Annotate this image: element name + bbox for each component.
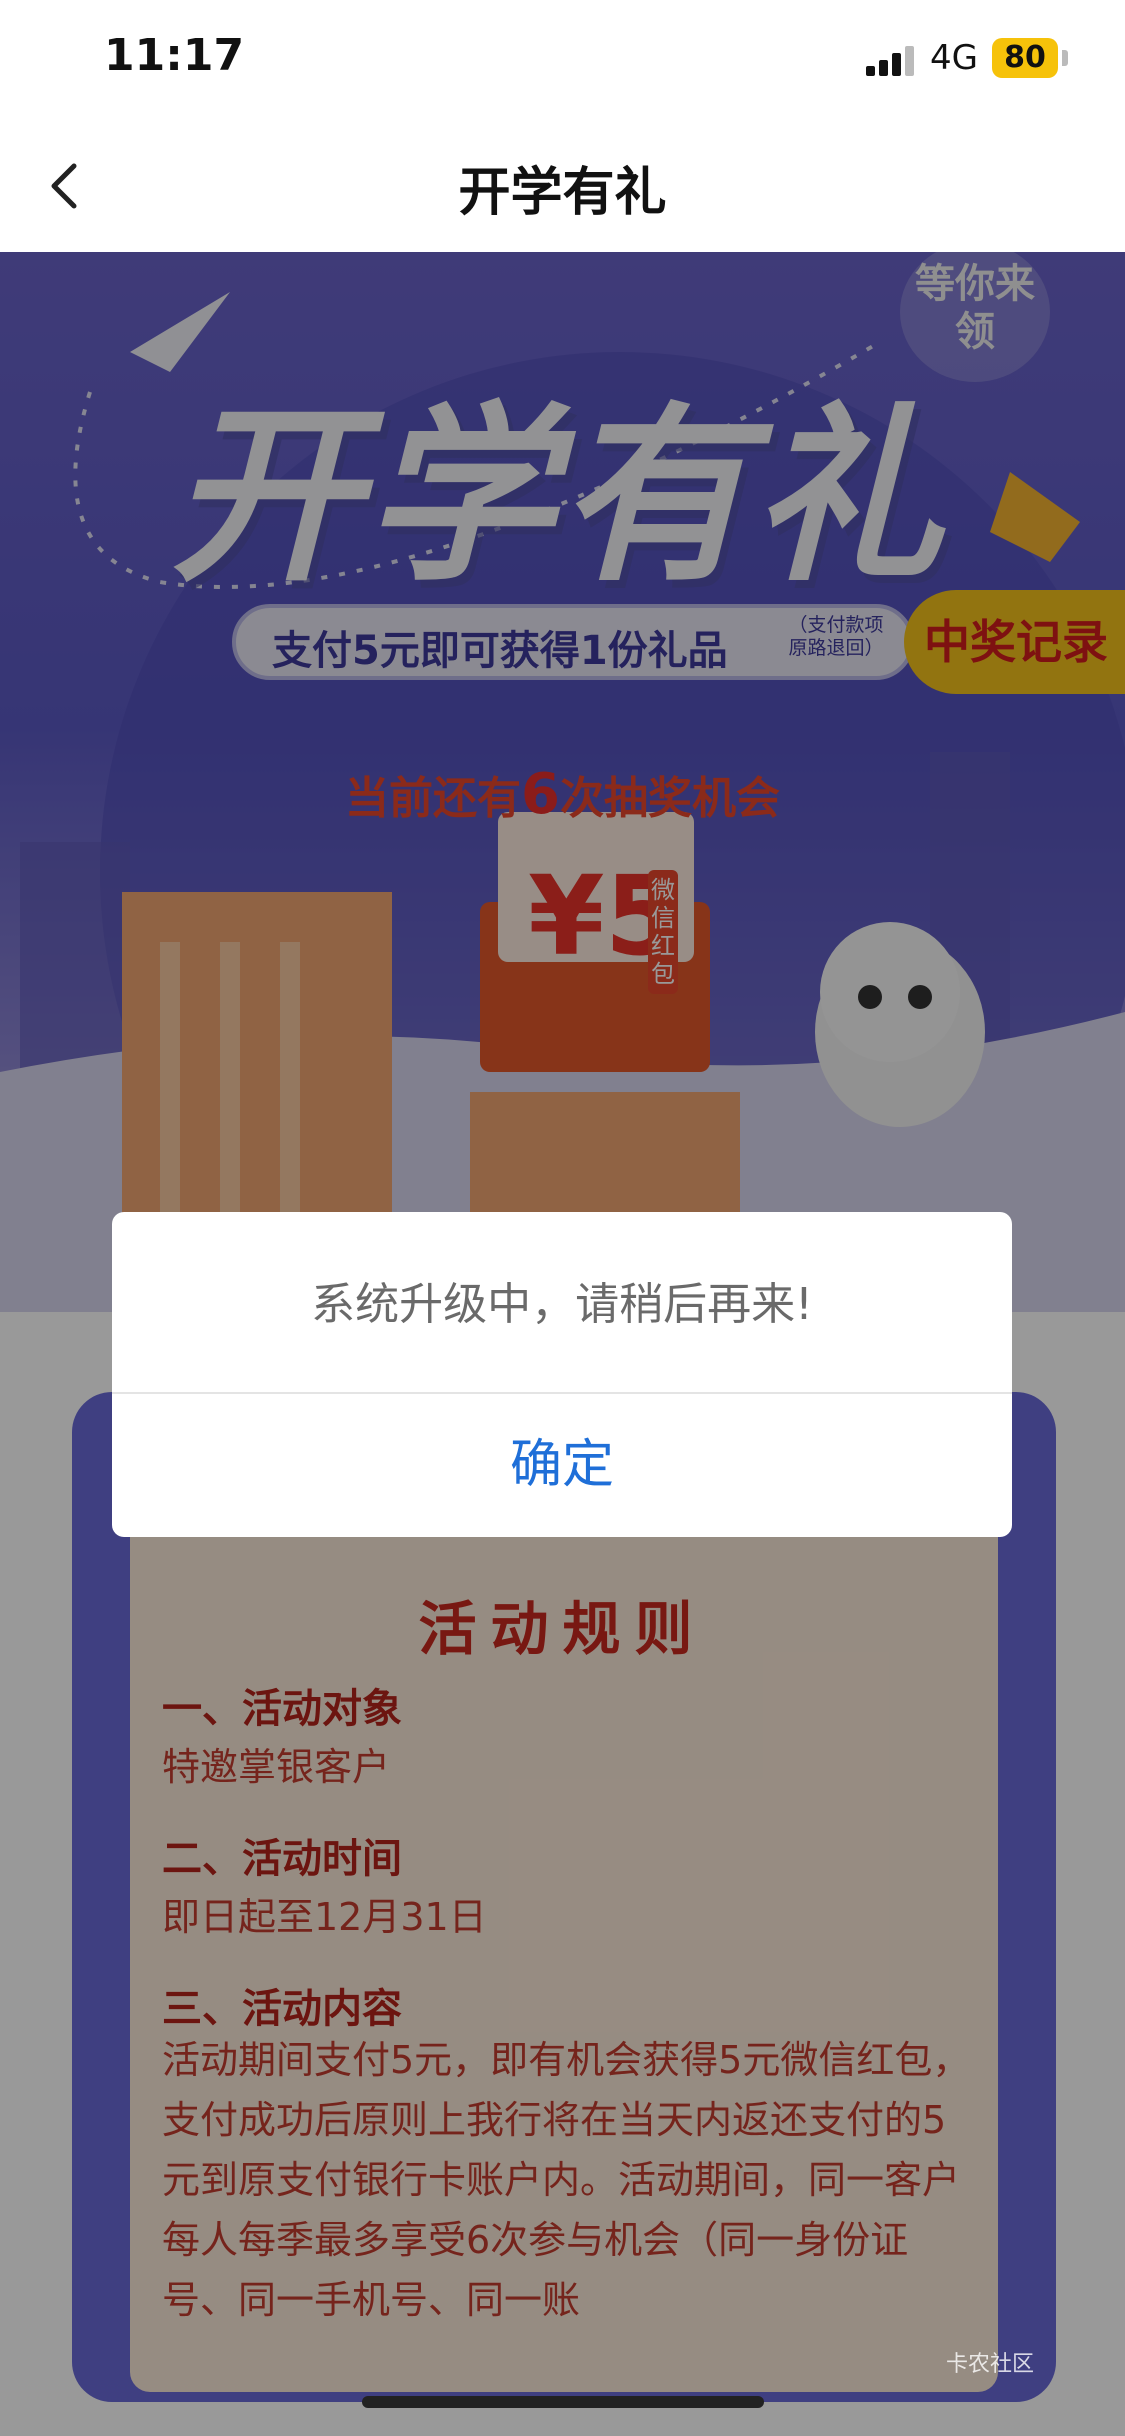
nav-bar: 开学有礼	[0, 120, 1125, 252]
page-title: 开学有礼	[458, 163, 667, 223]
battery-icon: 80	[992, 38, 1058, 78]
status-time: 11:17	[104, 30, 245, 81]
dialog-message: 系统升级中，请稍后再来!	[311, 1279, 813, 1330]
watermark: 卡农社区	[946, 2352, 1035, 2377]
signal-icon	[866, 46, 918, 76]
home-indicator[interactable]	[362, 2396, 764, 2408]
battery-tip	[1062, 50, 1068, 66]
status-bar: 11:17 4G 80	[0, 0, 1125, 120]
network-type: 4G	[930, 38, 978, 78]
alert-dialog: 系统升级中，请稍后再来! 确定	[112, 1212, 1012, 1537]
confirm-button[interactable]: 确定	[112, 1394, 1012, 1537]
